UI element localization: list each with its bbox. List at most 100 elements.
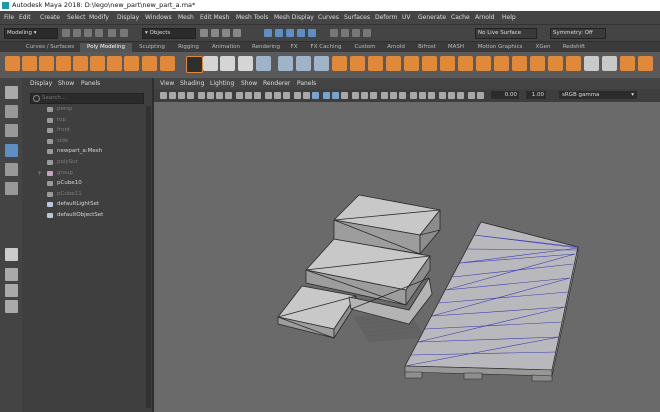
perspective-viewport[interactable] [154, 102, 660, 412]
quad-draw-icon[interactable] [494, 56, 509, 71]
folder-icon[interactable] [62, 29, 70, 37]
rotate-tool-icon[interactable] [5, 163, 18, 176]
viewport-tool-33-icon[interactable] [477, 92, 484, 99]
shelf-tab-poly-modeling[interactable]: Poly Modeling [80, 43, 132, 52]
svg-icon[interactable] [238, 56, 253, 71]
viewport-tool-19-icon[interactable] [341, 92, 348, 99]
save-icon[interactable] [73, 29, 81, 37]
small-box-mesh[interactable] [277, 285, 357, 339]
viewport-tool-6-icon[interactable] [216, 92, 223, 99]
shelf-tab-motion-graphics[interactable]: Motion Graphics [474, 43, 526, 52]
expand-icon[interactable]: + [37, 169, 42, 178]
symmetry-dropdown[interactable]: Symmetry: Off [550, 28, 606, 39]
shelf-tab-fx[interactable]: FX [287, 43, 301, 52]
extrude-icon[interactable] [350, 56, 365, 71]
menu-uv[interactable]: UV [402, 11, 411, 24]
poly-type-icon[interactable] [220, 56, 235, 71]
mirror-icon[interactable] [314, 56, 329, 71]
viewport-tool-28-icon[interactable] [428, 92, 435, 99]
shelf-tab-mash[interactable]: MASH [445, 43, 467, 52]
hypershade-icon[interactable] [363, 29, 371, 37]
menu-mesh[interactable]: Mesh [178, 11, 194, 24]
outliner-item[interactable]: + group [22, 169, 148, 178]
poly-cylinder-icon[interactable] [39, 56, 54, 71]
render-current-frame-icon[interactable] [330, 29, 338, 37]
sweep-mesh-icon[interactable] [203, 56, 218, 71]
viewport-tool-20-icon[interactable] [352, 92, 359, 99]
paint-select-tool-icon[interactable] [5, 124, 18, 137]
viewport-tool-26-icon[interactable] [410, 92, 417, 99]
shelf-tab-arnold[interactable]: Arnold [383, 43, 409, 52]
menu-file[interactable]: File [4, 11, 14, 24]
undo-icon[interactable] [84, 29, 92, 37]
viewport-tool-21-icon[interactable] [361, 92, 368, 99]
outliner-item[interactable]: pCube10 [22, 179, 148, 188]
viewport-tool-16-icon[interactable] [312, 92, 319, 99]
viewport-tool-17-icon[interactable] [323, 92, 330, 99]
viewport-tool-30-icon[interactable] [448, 92, 455, 99]
append-icon[interactable] [386, 56, 401, 71]
connect-icon[interactable] [476, 56, 491, 71]
bridge-icon[interactable] [332, 56, 347, 71]
outliner-item[interactable]: persp [22, 105, 148, 114]
viewport-tool-1-icon[interactable] [169, 92, 176, 99]
smooth-icon[interactable] [296, 56, 311, 71]
live-surface-field[interactable]: No Live Surface [475, 28, 537, 39]
crease-icon[interactable] [566, 56, 581, 71]
auto-map-icon[interactable] [638, 56, 653, 71]
planar-map-icon[interactable] [620, 56, 635, 71]
poly-torus-icon[interactable] [73, 56, 88, 71]
viewport-menu-show[interactable]: Show [241, 78, 257, 89]
select-joint-icon[interactable] [233, 29, 241, 37]
ipr-render-icon[interactable] [341, 29, 349, 37]
menu-edit-mesh[interactable]: Edit Mesh [200, 11, 229, 24]
viewport-tool-7-icon[interactable] [225, 92, 232, 99]
gamma-field[interactable]: 1.00 [526, 91, 546, 99]
shelf-tab-bifrost[interactable]: Bifrost [413, 43, 441, 52]
bevel-icon[interactable] [368, 56, 383, 71]
viewport-menu-panels[interactable]: Panels [297, 78, 316, 89]
viewport-tool-8-icon[interactable] [236, 92, 243, 99]
menu-generate[interactable]: Generate [418, 11, 446, 24]
snap-curve-icon[interactable] [275, 29, 283, 37]
multi-cut-icon[interactable] [440, 56, 455, 71]
menu-arnold[interactable]: Arnold [475, 11, 494, 24]
color-space-dropdown[interactable]: sRGB gamma ▾ [559, 91, 637, 99]
viewport-tool-15-icon[interactable] [303, 92, 310, 99]
outliner-item[interactable]: polySur [22, 158, 148, 167]
outliner-item[interactable]: defaultObjectSet [22, 211, 148, 220]
viewport-tool-12-icon[interactable] [274, 92, 281, 99]
viewport-menu-lighting[interactable]: Lighting [210, 78, 234, 89]
viewport-tool-27-icon[interactable] [419, 92, 426, 99]
select-by-object-icon[interactable] [211, 29, 219, 37]
viewport-tool-4-icon[interactable] [198, 92, 205, 99]
menu-mesh-display[interactable]: Mesh Display [274, 11, 314, 24]
viewport-tool-5-icon[interactable] [207, 92, 214, 99]
viewport-tool-9-icon[interactable] [245, 92, 252, 99]
merge-icon[interactable] [422, 56, 437, 71]
select-by-component-icon[interactable] [200, 29, 208, 37]
separate-icon[interactable] [278, 56, 293, 71]
viewport-tool-22-icon[interactable] [370, 92, 377, 99]
viewport-tool-0-icon[interactable] [160, 92, 167, 99]
menu-select[interactable]: Select [67, 11, 86, 24]
move-tool-icon[interactable] [5, 144, 18, 157]
viewport-tool-2-icon[interactable] [178, 92, 185, 99]
viewport-menu-renderer[interactable]: Renderer [263, 78, 290, 89]
super-shape-icon[interactable] [186, 56, 203, 73]
exposure-field[interactable]: 0.00 [491, 91, 519, 99]
insert-loop-icon[interactable] [530, 56, 545, 71]
fill-hole-icon[interactable] [404, 56, 419, 71]
shelf-tab-curves-surfaces[interactable]: Curves / Surfaces [22, 43, 78, 52]
viewport-tool-18-icon[interactable] [332, 92, 339, 99]
shelf-tab-animation[interactable]: Animation [207, 43, 245, 52]
render-settings-icon[interactable] [352, 29, 360, 37]
viewport-menu-shading[interactable]: Shading [180, 78, 204, 89]
outliner-item[interactable]: defaultLightSet [22, 200, 148, 209]
outliner-search-field[interactable]: Search... [30, 93, 144, 104]
viewport-tool-29-icon[interactable] [439, 92, 446, 99]
snap-grid-icon[interactable] [264, 29, 272, 37]
poly-plane-icon[interactable] [90, 56, 105, 71]
viewport-tool-32-icon[interactable] [468, 92, 475, 99]
poly-prism-icon[interactable] [160, 56, 175, 71]
